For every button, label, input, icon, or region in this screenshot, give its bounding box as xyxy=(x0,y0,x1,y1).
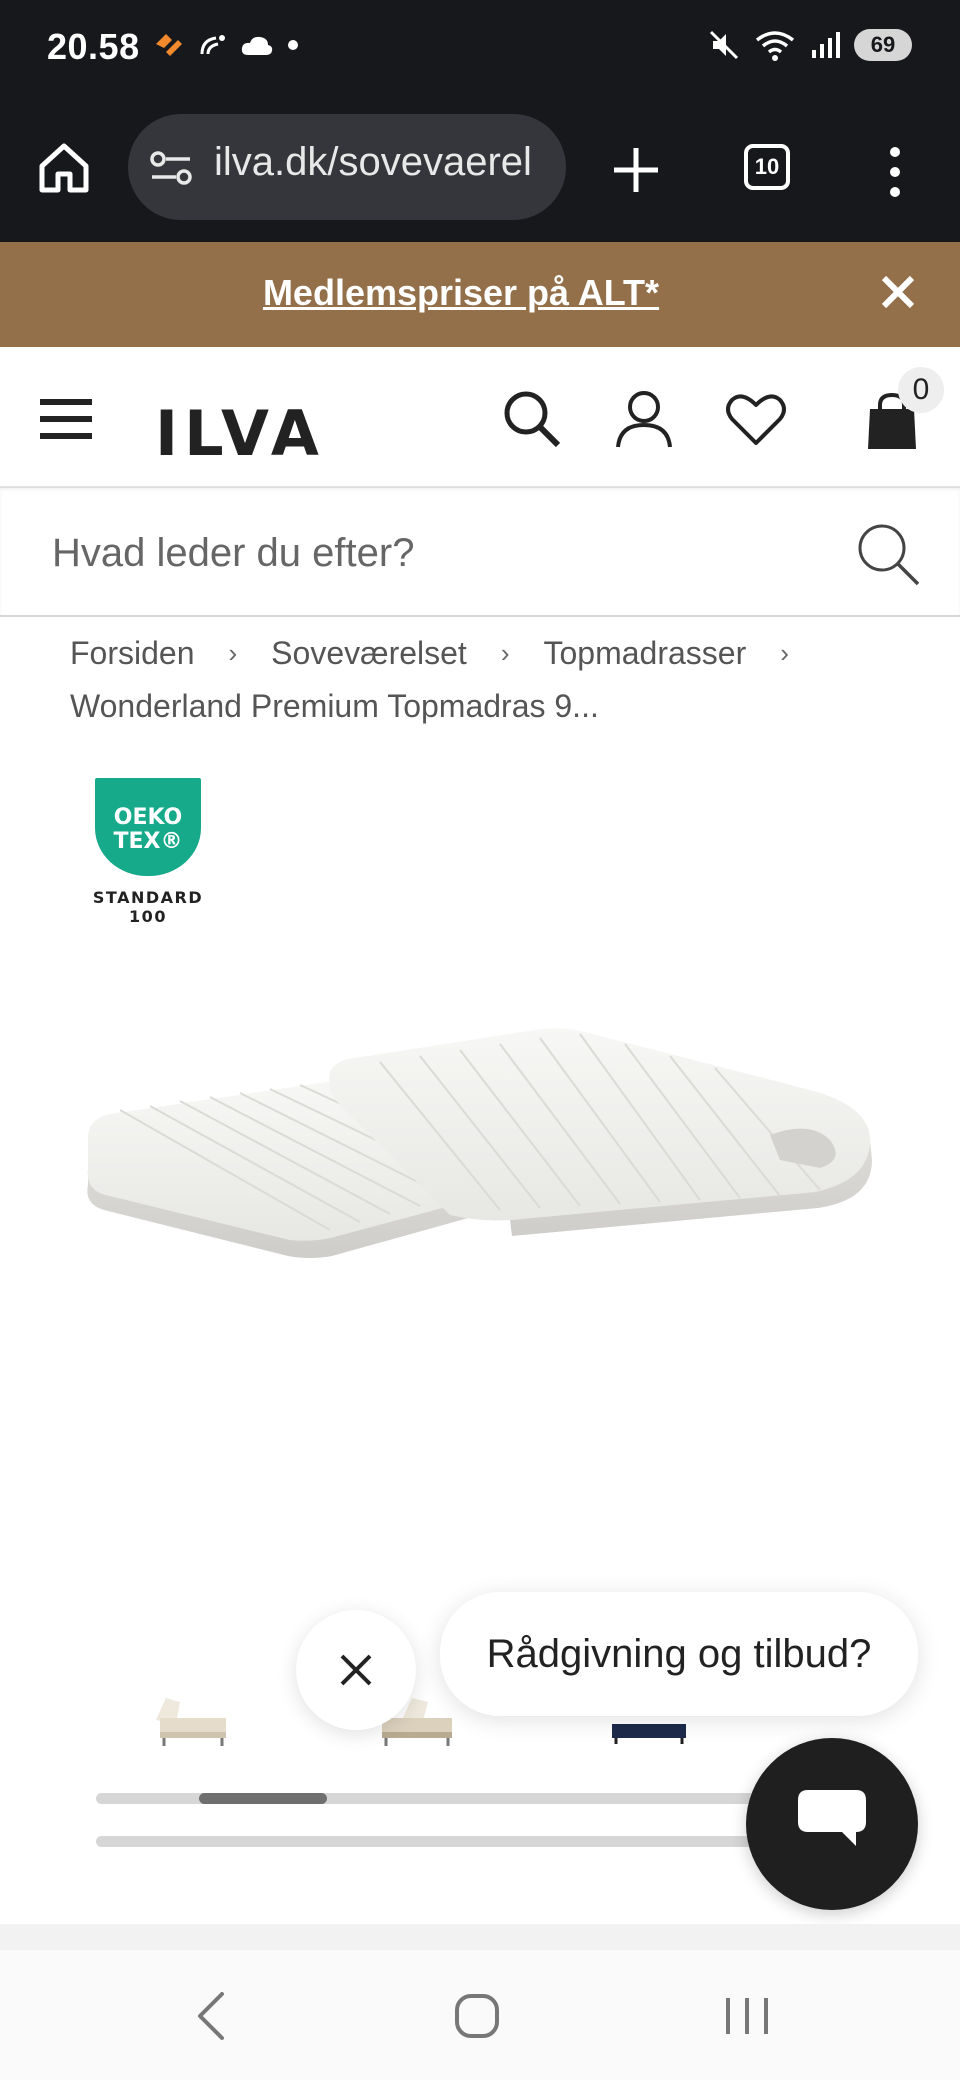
promo-banner: Medlemspriser på ALT* xyxy=(0,242,960,347)
status-bar: 20.58 69 xyxy=(0,0,960,100)
promo-link[interactable]: Medlemspriser på ALT* xyxy=(0,272,922,314)
dot-notification-icon xyxy=(200,35,225,55)
site-logo[interactable]: ILVA xyxy=(155,397,325,470)
oeko-tex-text-1: OEKO xyxy=(113,805,183,830)
breadcrumb-link-home[interactable]: Forsiden xyxy=(70,635,195,672)
site-settings-icon[interactable] xyxy=(148,150,194,186)
breadcrumb-separator: › xyxy=(780,637,789,668)
oeko-tex-standard: STANDARD 100 xyxy=(88,888,208,926)
site-header: ILVA 0 xyxy=(0,347,960,487)
cloud-icon xyxy=(241,36,273,55)
app-notification-icon xyxy=(156,34,182,56)
breadcrumb-current: Wonderland Premium Topmadras 9... xyxy=(70,688,599,724)
search-icon[interactable] xyxy=(500,387,564,451)
chat-prompt-bubble[interactable]: Rådgivning og tilbud? xyxy=(440,1592,918,1716)
url-text[interactable]: ilva.dk/sovevaerel xyxy=(214,140,532,185)
gallery-scrollbar[interactable] xyxy=(96,1793,796,1804)
gallery-progress-track xyxy=(96,1836,796,1847)
account-icon[interactable] xyxy=(612,387,676,451)
chat-launcher-button[interactable] xyxy=(746,1738,918,1910)
oeko-tex-standard-number: 100 xyxy=(129,907,167,926)
gallery-scrollbar-thumb[interactable] xyxy=(199,1793,327,1804)
chat-close-button[interactable] xyxy=(296,1610,416,1730)
thumbnail-adjustable-bed-1[interactable] xyxy=(146,1680,236,1750)
search-input[interactable] xyxy=(52,518,832,588)
breadcrumb-link-toppers[interactable]: Topmadrasser xyxy=(543,635,746,672)
home-icon[interactable] xyxy=(34,138,94,198)
breadcrumb-link-bedroom[interactable]: Soveværelset xyxy=(271,635,467,672)
clock: 20.58 xyxy=(47,26,140,67)
browser-toolbar: ilva.dk/sovevaerel 10 xyxy=(0,100,960,242)
home-nav-icon[interactable] xyxy=(442,1986,512,2046)
oeko-tex-badge: OEKO TEX® STANDARD 100 xyxy=(88,778,208,926)
oeko-tex-logo: OEKO TEX® xyxy=(95,778,201,876)
battery-icon: 69 xyxy=(854,29,912,61)
wifi-icon xyxy=(755,31,795,61)
system-nav-bar xyxy=(0,1950,960,2080)
close-icon xyxy=(340,1654,372,1686)
cart-count-badge: 0 xyxy=(898,367,944,413)
product-image[interactable] xyxy=(80,1010,880,1310)
back-icon[interactable] xyxy=(180,1986,250,2046)
breadcrumb: Forsiden › Soveværelset › Topmadrasser ›… xyxy=(70,628,930,725)
tab-switcher-button[interactable]: 10 xyxy=(744,144,790,190)
breadcrumb-separator: › xyxy=(500,637,510,668)
new-tab-icon[interactable] xyxy=(608,142,664,198)
mute-icon xyxy=(709,30,739,60)
menu-icon[interactable] xyxy=(38,395,94,443)
close-icon[interactable] xyxy=(876,270,920,314)
signal-icon xyxy=(812,32,840,58)
search-bar xyxy=(0,487,960,617)
address-bar[interactable]: ilva.dk/sovevaerel xyxy=(128,114,566,220)
dot-icon xyxy=(288,40,298,50)
status-icons-right: 69 xyxy=(708,28,912,62)
breadcrumb-separator: › xyxy=(228,637,238,668)
more-options-icon[interactable] xyxy=(880,142,910,202)
status-icons-left xyxy=(152,30,300,60)
search-icon[interactable] xyxy=(852,518,922,588)
heart-icon[interactable] xyxy=(724,387,788,451)
oeko-tex-text-2: TEX® xyxy=(113,829,183,854)
page-footer-edge xyxy=(0,1924,960,1950)
chat-icon xyxy=(798,1790,866,1846)
recents-icon[interactable] xyxy=(712,1986,782,2046)
oeko-tex-standard-label: STANDARD xyxy=(92,888,204,907)
